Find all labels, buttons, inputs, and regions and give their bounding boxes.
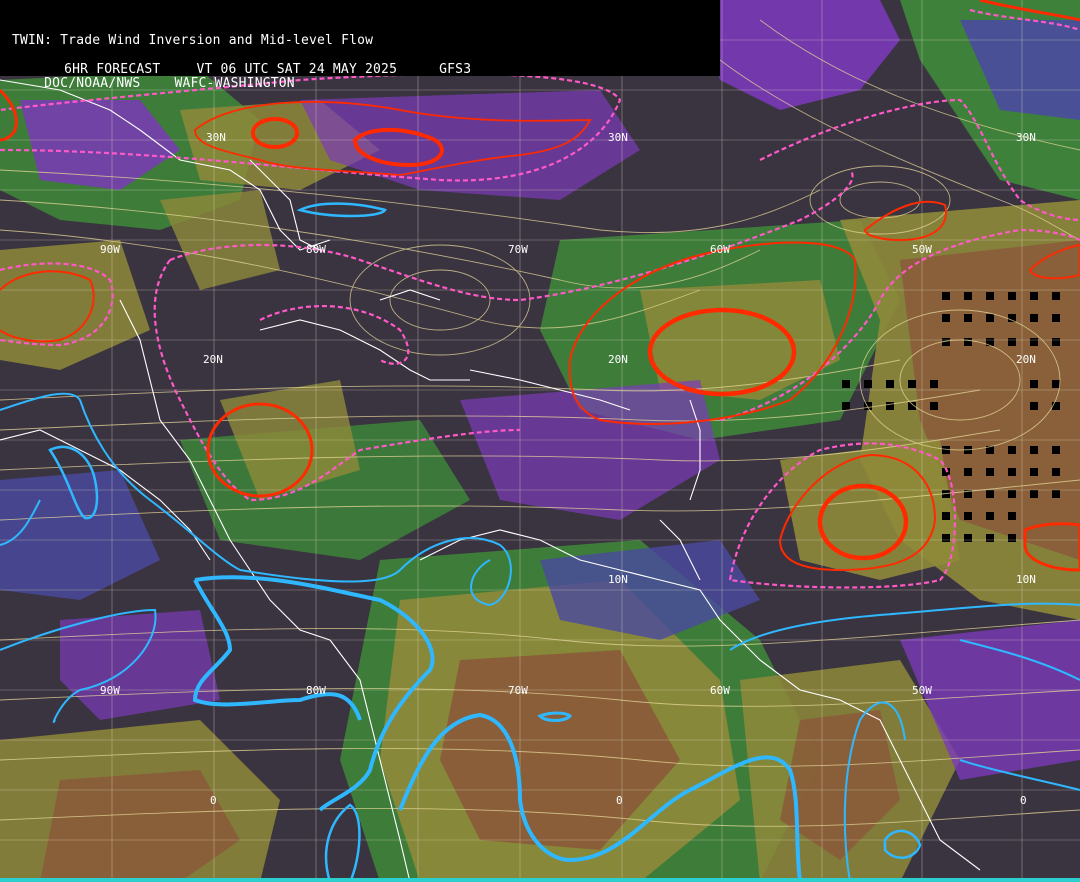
lon-label-70w: 70W — [508, 243, 528, 256]
lat-label-30n: 30N — [206, 131, 226, 144]
agency-name: DOC/NOAA/NWS — [44, 76, 141, 91]
map-header: TWIN: Trade Wind Inversion and Mid-level… — [0, 0, 720, 91]
lat-label-0: 0 — [210, 794, 217, 807]
lon-label-80w: 80W — [306, 684, 326, 697]
bottom-border — [0, 878, 1080, 882]
weather-map: 30N 30N 30N 20N 20N 20N 10N 10N 0 0 0 90… — [0, 0, 1080, 882]
lon-label-70w: 70W — [508, 684, 528, 697]
lat-label-20n: 20N — [203, 353, 223, 366]
lon-label-50w: 50W — [912, 684, 932, 697]
lat-label-20n: 20N — [608, 353, 628, 366]
lon-label-60w: 60W — [710, 684, 730, 697]
lat-label-0: 0 — [616, 794, 623, 807]
lat-label-20n: 20N — [1016, 353, 1036, 366]
lon-label-80w: 80W — [306, 243, 326, 256]
lon-label-60w: 60W — [710, 243, 730, 256]
map-title: TWIN: Trade Wind Inversion and Mid-level… — [12, 33, 374, 48]
agency-line: DOC/NOAA/NWS WAFC-WASHINGTON — [12, 61, 295, 106]
lon-label-90w: 90W — [100, 684, 120, 697]
center-name: WAFC-WASHINGTON — [174, 76, 295, 91]
lat-label-30n: 30N — [1016, 131, 1036, 144]
lat-label-0: 0 — [1020, 794, 1027, 807]
lat-label-10n: 10N — [608, 573, 628, 586]
lon-label-50w: 50W — [912, 243, 932, 256]
lon-label-90w: 90W — [100, 243, 120, 256]
model-name: GFS3 — [439, 62, 472, 77]
lat-label-10n: 10N — [1016, 573, 1036, 586]
lat-label-30n: 30N — [608, 131, 628, 144]
